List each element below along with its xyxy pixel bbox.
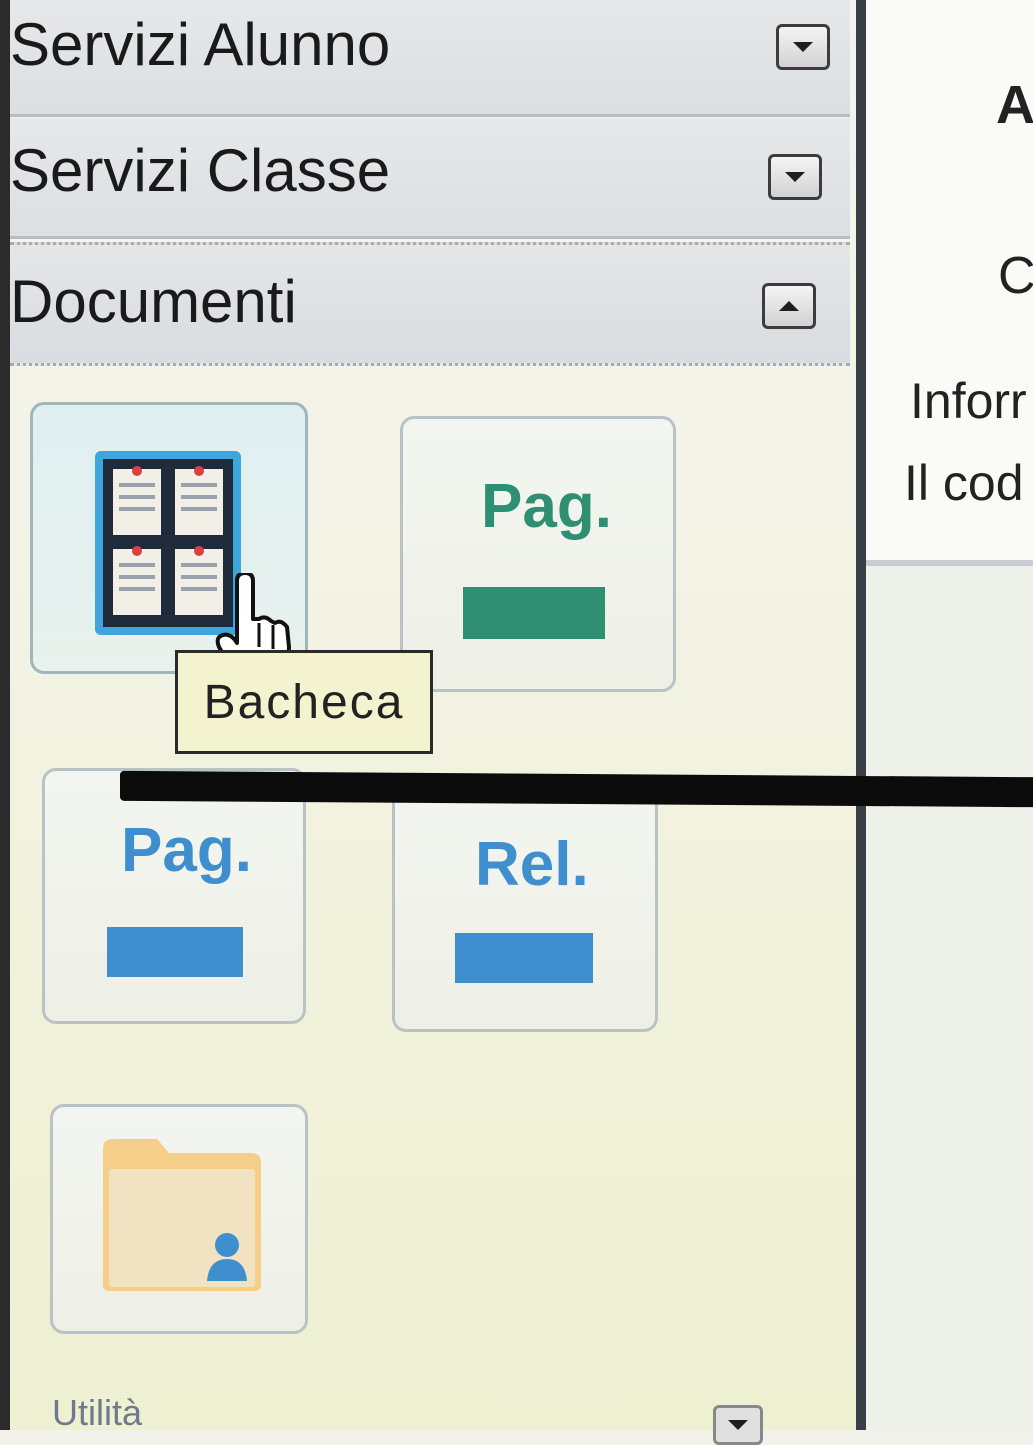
- section-documenti[interactable]: Documenti: [10, 242, 850, 366]
- tile-bacheca[interactable]: [30, 402, 308, 679]
- chevron-down-icon: [793, 42, 813, 52]
- main-content: A C Inforr Il cod: [866, 0, 1033, 1430]
- chevron-down-icon: [728, 1420, 748, 1430]
- tile-pag-blue[interactable]: Pag.: [42, 768, 306, 1024]
- text-line: Inforr: [910, 373, 1027, 429]
- tile-user-folder[interactable]: [50, 1104, 308, 1334]
- tile-label: Pag.: [121, 816, 252, 885]
- collapse-button[interactable]: [762, 283, 816, 329]
- tile-color-bar: [455, 933, 593, 983]
- page-heading: A: [996, 75, 1033, 135]
- tile-color-bar: [107, 927, 243, 977]
- pane-divider[interactable]: [856, 0, 866, 1430]
- tooltip-bacheca: Bacheca: [175, 650, 433, 754]
- section-servizi-alunno[interactable]: Servizi Alunno: [10, 0, 850, 117]
- tile-pag-green[interactable]: Pag.: [400, 416, 676, 692]
- tile-color-bar: [463, 587, 605, 639]
- screen-smudge: [120, 770, 1033, 808]
- content-card: A C Inforr Il cod: [866, 0, 1033, 566]
- expand-button[interactable]: [713, 1405, 763, 1445]
- text-line: C: [998, 247, 1033, 305]
- section-title: Servizi Alunno: [10, 11, 391, 78]
- tile-label: Rel.: [475, 830, 589, 899]
- expand-button[interactable]: [768, 154, 822, 200]
- text-line: Il cod: [904, 455, 1024, 511]
- section-title: Documenti: [10, 268, 297, 335]
- section-title-utilita[interactable]: Utilità: [52, 1392, 142, 1434]
- chevron-down-icon: [785, 172, 805, 182]
- section-servizi-classe[interactable]: Servizi Classe: [10, 118, 850, 239]
- screen-edge: [0, 0, 10, 1430]
- section-title: Servizi Classe: [10, 137, 391, 204]
- chevron-up-icon: [779, 301, 799, 311]
- user-folder-icon: [103, 1139, 261, 1291]
- expand-button[interactable]: [776, 24, 830, 70]
- sidebar: Servizi Alunno Servizi Classe Documenti: [10, 0, 856, 1445]
- tile-label: Pag.: [481, 472, 612, 541]
- tile-rel-blue[interactable]: Rel.: [392, 776, 658, 1032]
